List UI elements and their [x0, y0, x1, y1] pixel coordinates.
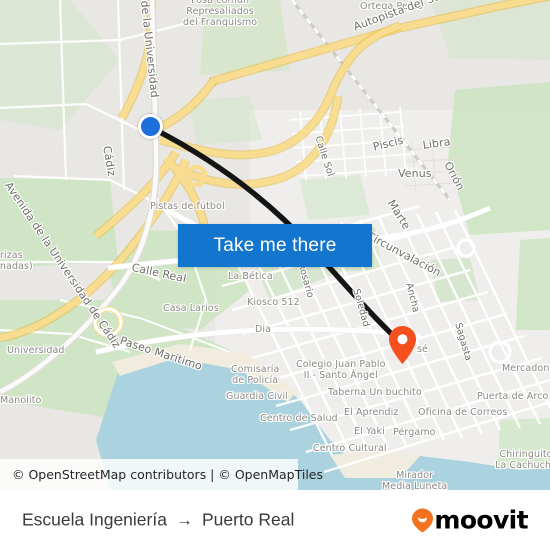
destination-pin-icon[interactable]: [389, 326, 416, 364]
footer-bar: Escuela Ingeniería → Puerto Real moovit: [0, 490, 550, 550]
route-summary: Escuela Ingeniería → Puerto Real: [22, 510, 294, 531]
map-canvas[interactable]: Fosa común Represaliados del Franquismo O…: [0, 0, 550, 490]
moovit-wordmark: moovit: [434, 505, 528, 535]
attribution-text[interactable]: © OpenStreetMap contributors | © OpenMap…: [12, 467, 323, 482]
moovit-logo[interactable]: moovit: [412, 505, 529, 535]
arrow-right-icon: →: [175, 510, 193, 529]
origin-location-dot[interactable]: [138, 114, 163, 139]
map-attribution: © OpenStreetMap contributors | © OpenMap…: [0, 459, 323, 490]
route-origin-label: Escuela Ingeniería: [22, 509, 167, 530]
take-me-there-button[interactable]: Take me there: [178, 224, 372, 267]
route-destination-label: Puerto Real: [201, 509, 295, 530]
moovit-map-screen: Fosa común Represaliados del Franquismo O…: [0, 0, 550, 550]
moovit-pin-icon: [412, 508, 434, 532]
